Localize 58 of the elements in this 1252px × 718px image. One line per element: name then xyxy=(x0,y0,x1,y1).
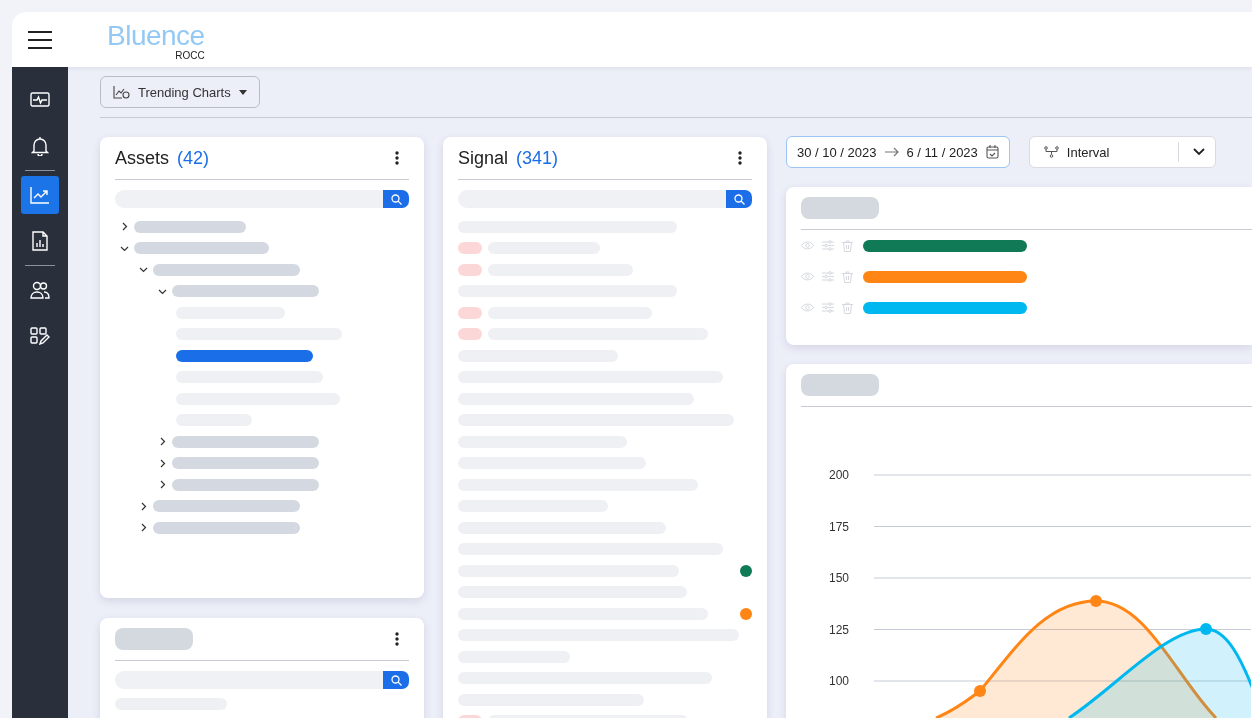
chevron-right-icon[interactable] xyxy=(139,523,148,533)
trash-icon[interactable] xyxy=(842,301,853,314)
tree-item-placeholder[interactable] xyxy=(176,349,313,362)
sliders-icon[interactable] xyxy=(822,271,834,282)
trending-charts-dropdown[interactable]: Trending Charts xyxy=(100,76,260,108)
search-icon xyxy=(390,674,402,686)
chevron-down-icon[interactable] xyxy=(139,265,148,275)
chevron-right-icon[interactable] xyxy=(158,480,167,490)
count-label: (42) xyxy=(177,147,210,169)
chevron-down-icon xyxy=(1192,148,1205,156)
users-icon xyxy=(30,281,50,299)
interval-value: Interval xyxy=(1066,144,1111,160)
search-field[interactable] xyxy=(458,190,726,208)
date-range-field[interactable]: 30 / 10 / 2023 6 / 11 / 2023 xyxy=(786,136,1010,168)
search-button[interactable] xyxy=(383,190,409,208)
caret-icon xyxy=(238,89,247,95)
interval-select[interactable]: Interval xyxy=(1028,136,1216,168)
y-axis-label: 150 xyxy=(828,571,849,585)
search-button[interactable] xyxy=(383,671,409,689)
trend-chart-icon xyxy=(30,186,50,204)
logo-text: Bluence xyxy=(107,21,205,50)
chevron-right-icon[interactable] xyxy=(158,458,167,468)
arrow-right-icon xyxy=(884,147,899,157)
trash-icon[interactable] xyxy=(842,239,853,252)
chevron-right-icon[interactable] xyxy=(139,501,148,511)
logo-subtitle: ROCC xyxy=(175,49,205,62)
y-axis-label: 200 xyxy=(828,468,849,482)
y-axis-label: 100 xyxy=(828,674,849,688)
menu-icon[interactable] xyxy=(28,30,52,49)
search-field[interactable] xyxy=(115,671,383,689)
y-axis-label: 175 xyxy=(828,519,849,534)
calendar-icon xyxy=(985,145,999,159)
nodes-icon xyxy=(1043,146,1059,158)
count-label: (341) xyxy=(516,147,559,169)
monitor-pulse-icon xyxy=(30,91,50,109)
search-field[interactable] xyxy=(115,190,383,208)
sliders-icon[interactable] xyxy=(822,240,834,251)
report-icon xyxy=(32,231,48,251)
eye-icon[interactable] xyxy=(801,303,814,312)
panel-title: Assets xyxy=(115,147,170,169)
panel-title: Signal xyxy=(458,147,509,169)
sliders-icon[interactable] xyxy=(822,302,834,313)
start-date: 30 / 10 / 2023 xyxy=(797,144,877,160)
trash-icon[interactable] xyxy=(842,270,853,283)
more-icon[interactable] xyxy=(738,151,742,165)
end-date: 6 / 11 / 2023 xyxy=(906,144,978,160)
chevron-right-icon[interactable] xyxy=(158,437,167,447)
more-icon[interactable] xyxy=(395,151,399,165)
apps-edit-icon xyxy=(30,327,50,345)
eye-icon[interactable] xyxy=(801,241,814,250)
search-button[interactable] xyxy=(726,190,752,208)
search-icon xyxy=(390,193,402,205)
search-icon xyxy=(733,193,745,205)
more-icon[interactable] xyxy=(395,632,399,646)
bell-icon xyxy=(31,136,49,156)
chevron-right-icon[interactable] xyxy=(120,222,129,232)
y-axis-label: 125 xyxy=(828,622,849,637)
eye-icon[interactable] xyxy=(801,272,814,281)
